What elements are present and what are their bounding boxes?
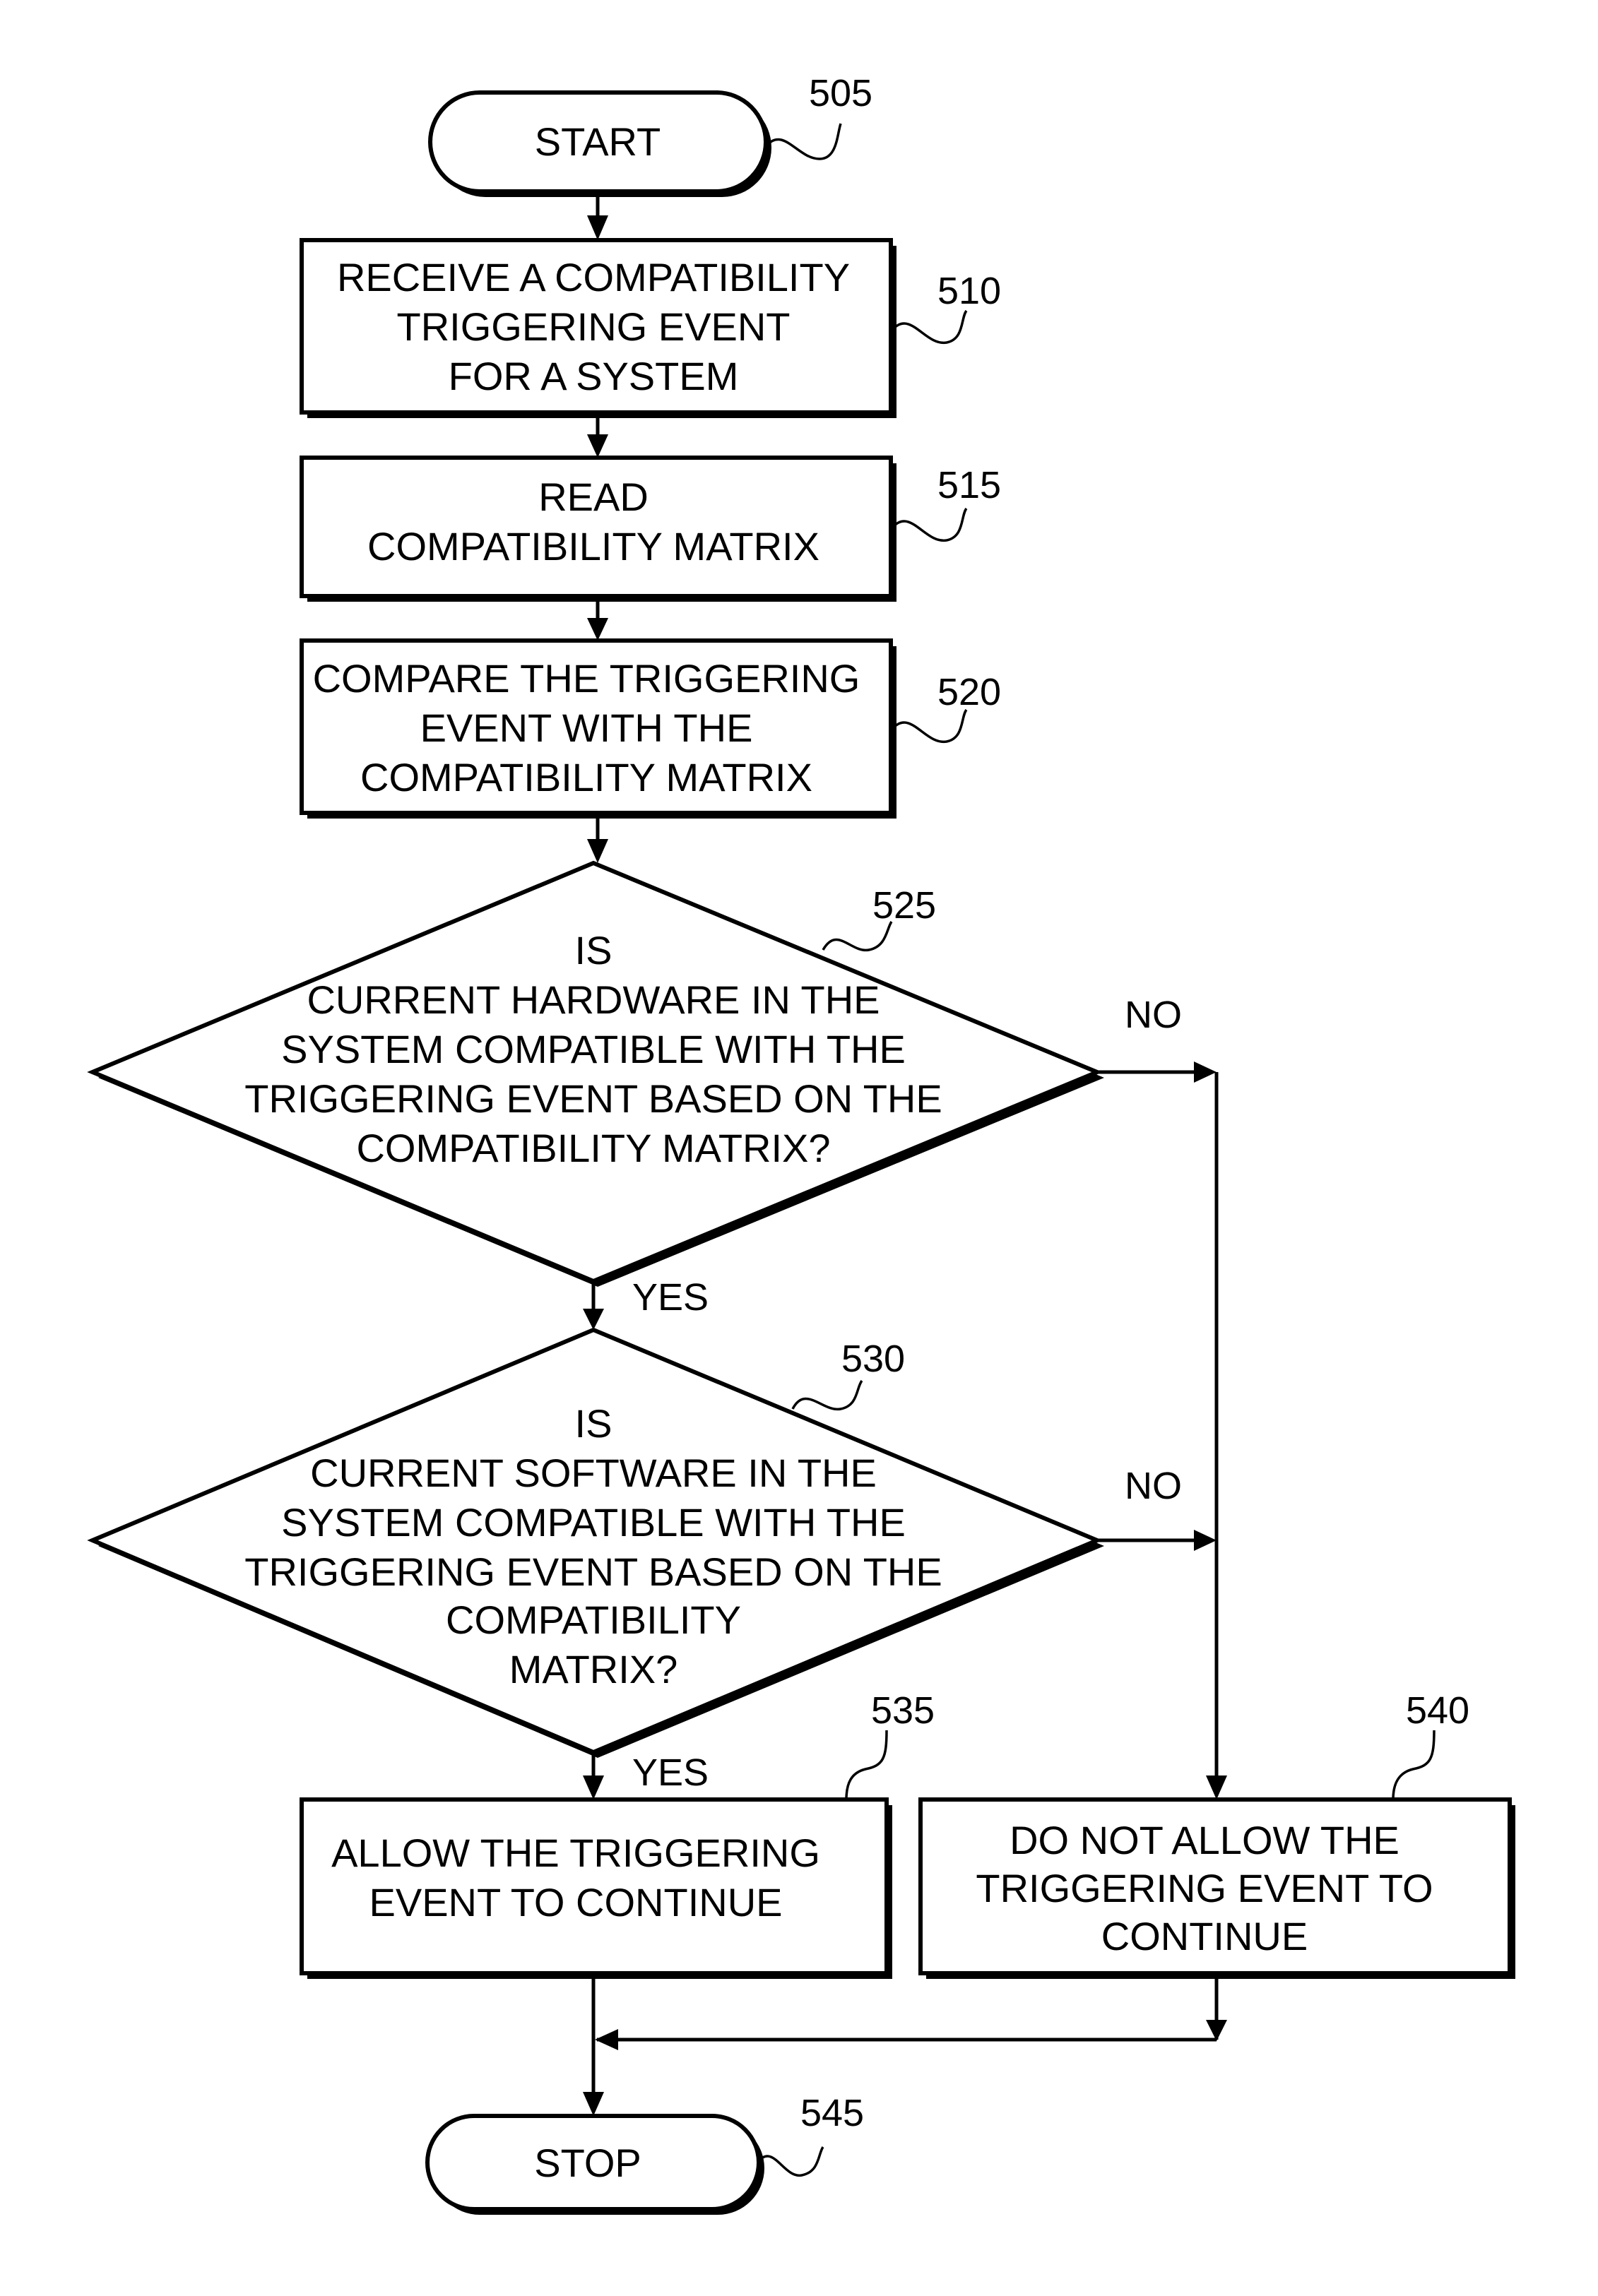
compare-ref-leader bbox=[892, 708, 968, 743]
compare-line-2: EVENT WITH THE bbox=[420, 706, 753, 750]
deny-event-line-1: DO NOT ALLOW THE bbox=[1010, 1818, 1399, 1862]
arrowhead-software-yes bbox=[583, 1775, 604, 1800]
arrowhead-deny-to-merge bbox=[595, 2029, 618, 2050]
hardware-yes-label: YES bbox=[632, 1276, 709, 1319]
flowchart: START 505 RECEIVE A COMPATIBILITY TRIGGE… bbox=[87, 72, 1515, 2215]
start-ref-number: 505 bbox=[809, 72, 872, 114]
software-yes-label: YES bbox=[632, 1751, 709, 1794]
arrowhead-read-to-compare bbox=[587, 618, 608, 641]
read-ref-leader bbox=[892, 507, 968, 542]
hardware-decision-line-4: TRIGGERING EVENT BASED ON THE bbox=[244, 1076, 942, 1121]
read-ref-number: 515 bbox=[937, 464, 1001, 506]
read-matrix-line-1: READ bbox=[538, 475, 649, 519]
hardware-decision-shape bbox=[87, 860, 1103, 1284]
compare-process: COMPARE THE TRIGGERING EVENT WITH THE CO… bbox=[300, 638, 896, 819]
hardware-decision-line-2: CURRENT HARDWARE IN THE bbox=[307, 977, 880, 1022]
software-decision-line-4: TRIGGERING EVENT BASED ON THE bbox=[244, 1549, 942, 1594]
deny-event-line-2: TRIGGERING EVENT TO bbox=[976, 1866, 1433, 1910]
allow-event-line-1: ALLOW THE TRIGGERING bbox=[331, 1831, 820, 1875]
deny-event-line-3: CONTINUE bbox=[1101, 1914, 1308, 1958]
receive-event-process: RECEIVE A COMPATIBILITY TRIGGERING EVENT… bbox=[300, 238, 896, 418]
hardware-no-label: NO bbox=[1125, 994, 1182, 1036]
arrowhead-hardware-yes bbox=[583, 1309, 604, 1330]
arrowhead-software-no bbox=[1194, 1530, 1217, 1551]
deny-ref-number: 540 bbox=[1406, 1689, 1469, 1732]
software-decision-line-2: CURRENT SOFTWARE IN THE bbox=[310, 1451, 877, 1495]
software-decision-line-3: SYSTEM COMPATIBLE WITH THE bbox=[281, 1500, 906, 1545]
hardware-ref-number: 525 bbox=[872, 884, 936, 927]
receive-ref-leader bbox=[892, 309, 968, 344]
deny-ref-leader bbox=[1392, 1730, 1436, 1800]
receive-ref-number: 510 bbox=[937, 270, 1001, 312]
hardware-decision: IS CURRENT HARDWARE IN THE SYSTEM COMPAT… bbox=[87, 860, 1104, 1287]
stop-ref-leader bbox=[757, 2146, 824, 2177]
hardware-decision-line-3: SYSTEM COMPATIBLE WITH THE bbox=[281, 1027, 906, 1071]
stop-ref-number: 545 bbox=[800, 2092, 864, 2134]
allow-event-line-2: EVENT TO CONTINUE bbox=[369, 1880, 783, 1925]
hardware-decision-line-5: COMPATIBILITY MATRIX? bbox=[356, 1126, 830, 1170]
arrowhead-no-to-deny bbox=[1206, 1775, 1227, 1800]
software-decision-line-5: COMPATIBILITY bbox=[446, 1598, 741, 1642]
stop-label: STOP bbox=[534, 2141, 641, 2185]
software-no-label: NO bbox=[1125, 1465, 1182, 1507]
start-label: START bbox=[535, 119, 661, 164]
hardware-decision-line-1: IS bbox=[575, 928, 612, 972]
receive-event-line-2: TRIGGERING EVENT bbox=[397, 304, 791, 349]
software-decision: IS CURRENT SOFTWARE IN THE SYSTEM COMPAT… bbox=[87, 1327, 1104, 1758]
arrowhead-compare-to-hardware bbox=[587, 839, 608, 863]
software-decision-line-6: MATRIX? bbox=[509, 1647, 678, 1691]
allow-event-process: ALLOW THE TRIGGERING EVENT TO CONTINUE bbox=[300, 1797, 892, 1979]
allow-ref-leader bbox=[845, 1730, 888, 1800]
arrowhead-start-to-receive bbox=[587, 215, 608, 240]
read-matrix-process: READ COMPATIBILITY MATRIX bbox=[300, 456, 896, 602]
arrowhead-merge-to-stop bbox=[583, 2092, 604, 2116]
software-ref-leader bbox=[791, 1379, 863, 1411]
start-terminal: START bbox=[428, 90, 771, 197]
allow-ref-number: 535 bbox=[871, 1689, 935, 1732]
software-ref-number: 530 bbox=[841, 1338, 905, 1380]
compare-ref-number: 520 bbox=[937, 671, 1001, 713]
deny-event-process: DO NOT ALLOW THE TRIGGERING EVENT TO CON… bbox=[918, 1797, 1515, 1979]
receive-event-line-3: FOR A SYSTEM bbox=[449, 354, 739, 398]
stop-terminal: STOP bbox=[425, 2114, 764, 2215]
software-decision-line-1: IS bbox=[575, 1401, 612, 1446]
compare-line-3: COMPATIBILITY MATRIX bbox=[360, 755, 812, 799]
compare-line-1: COMPARE THE TRIGGERING bbox=[313, 656, 860, 701]
arrowhead-hardware-no bbox=[1194, 1061, 1217, 1083]
arrowhead-receive-to-read bbox=[587, 434, 608, 458]
read-matrix-line-2: COMPATIBILITY MATRIX bbox=[367, 524, 819, 569]
start-ref-leader bbox=[766, 123, 842, 160]
receive-event-line-1: RECEIVE A COMPATIBILITY bbox=[337, 255, 850, 299]
